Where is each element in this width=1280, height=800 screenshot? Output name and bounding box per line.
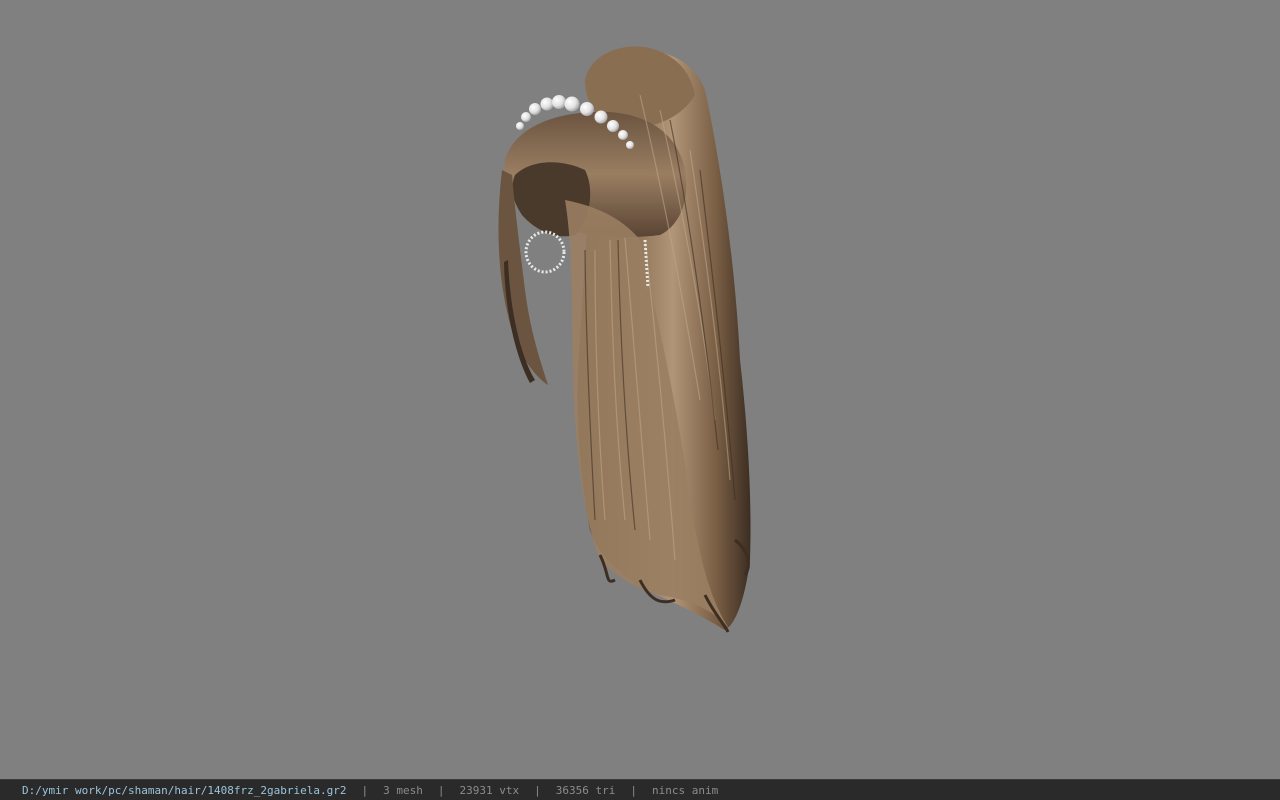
3d-viewport[interactable] bbox=[0, 0, 1280, 779]
vertex-count-label: 23931 vtx bbox=[459, 783, 520, 797]
separator: | bbox=[361, 783, 369, 797]
separator: | bbox=[630, 783, 637, 797]
hair-model-render bbox=[498, 46, 751, 633]
separator: | bbox=[534, 783, 541, 797]
animation-status-label: nincs anim bbox=[651, 783, 719, 797]
pearl-earring-left bbox=[524, 230, 566, 274]
file-path-label: D:/ymir work/pc/shaman/hair/1408frz_2gab… bbox=[22, 783, 347, 797]
separator: | bbox=[437, 783, 445, 797]
triangle-count-label: 36356 tri bbox=[555, 783, 616, 797]
mesh-count-label: 3 mesh bbox=[383, 783, 423, 797]
status-bar: D:/ymir work/pc/shaman/hair/1408frz_2gab… bbox=[0, 779, 1280, 800]
